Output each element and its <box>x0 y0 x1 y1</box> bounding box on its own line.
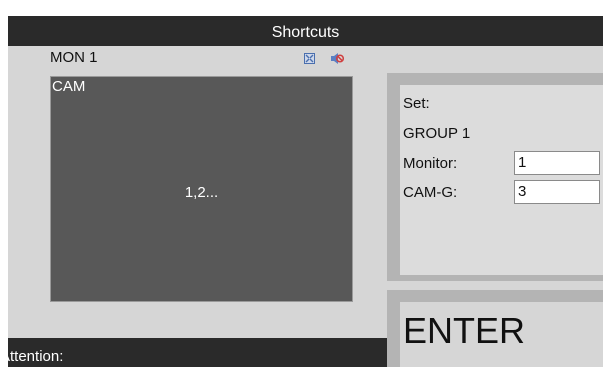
monitor-label: MON 1 <box>50 49 98 66</box>
settings-panel: Set: GROUP 1 Monitor: 1 CAM-G: 3 <box>387 73 603 281</box>
cam-list-text: 1,2... <box>184 184 219 201</box>
fullscreen-icon[interactable] <box>304 53 315 64</box>
enter-button[interactable]: ENTER <box>387 290 603 367</box>
cam-label: CAM <box>52 78 86 95</box>
monitor-field[interactable]: 1 <box>514 151 600 175</box>
settings-panel-inner: Set: GROUP 1 Monitor: 1 CAM-G: 3 <box>400 85 603 275</box>
video-pane[interactable]: CAM 1,2... <box>50 76 353 302</box>
attention-label: Attention: <box>0 348 64 365</box>
mute-icon[interactable] <box>330 52 344 65</box>
set-label: Set: <box>403 95 430 112</box>
group-label: GROUP 1 <box>403 125 471 142</box>
camg-field-label: CAM-G: <box>403 184 458 201</box>
monitor-field-label: Monitor: <box>403 155 458 172</box>
shortcuts-window: Shortcuts MON 1 CAM 1,2... Set: GROUP 1 … <box>8 16 603 367</box>
window-title: Shortcuts <box>8 16 603 46</box>
enter-button-label: ENTER <box>400 302 603 367</box>
status-bar <box>8 338 387 367</box>
camg-field[interactable]: 3 <box>514 180 600 204</box>
